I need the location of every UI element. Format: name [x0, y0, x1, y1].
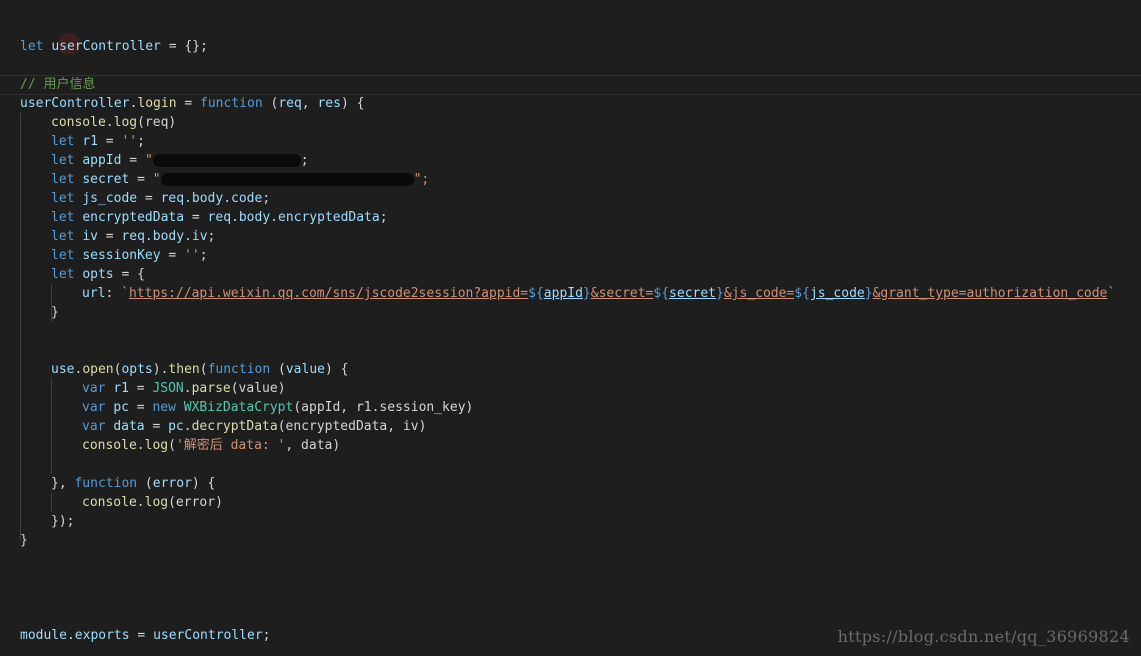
code-line: } [51, 305, 59, 320]
indent-guide [51, 493, 52, 512]
code-line: let iv = req.body.iv; [51, 229, 216, 244]
code-line: console.log('解密后 data: ', data) [82, 438, 341, 453]
watermark: https://blog.csdn.net/qq_36969824 [837, 627, 1130, 646]
current-line-highlight [0, 75, 1141, 95]
code-line: url: `https://api.weixin.qq.com/sns/jsco… [82, 286, 1116, 301]
url-link[interactable]: https://api.weixin.qq.com/sns/jscode2ses… [129, 286, 528, 301]
code-line: let js_code = req.body.code; [51, 191, 271, 206]
indent-guide [20, 113, 21, 540]
code-line: let opts = { [51, 267, 145, 282]
code-line: }, function (error) { [51, 476, 216, 491]
code-line: console.log(error) [82, 495, 223, 510]
code-line: let r1 = ''; [51, 134, 145, 149]
code-line: let userController = {}; [20, 39, 208, 54]
indent-guide [51, 379, 52, 474]
code-line: } [20, 533, 28, 548]
code-line: var r1 = JSON.parse(value) [82, 381, 286, 396]
code-line: }); [51, 514, 75, 529]
code-line: var pc = new WXBizDataCrypt(appId, r1.se… [82, 400, 474, 415]
code-editor[interactable]: let userController = {}; // 用户信息 userCon… [0, 0, 1141, 656]
code-line: userController.login = function (req, re… [20, 96, 365, 111]
code-line: use.open(opts).then(function (value) { [51, 362, 349, 377]
code-line: let sessionKey = ''; [51, 248, 208, 263]
code-line: module.exports = userController; [20, 628, 271, 643]
code-line: // 用户信息 [20, 77, 96, 92]
code-line: let encryptedData = req.body.encryptedDa… [51, 210, 388, 225]
code-line: let appId = "; [51, 153, 309, 168]
redacted-app-id [152, 154, 301, 167]
code-line: console.log(req) [51, 115, 177, 130]
code-line: var data = pc.decryptData(encryptedData,… [82, 419, 427, 434]
redacted-secret [160, 173, 414, 186]
code-line: let secret = " "; [51, 172, 430, 187]
